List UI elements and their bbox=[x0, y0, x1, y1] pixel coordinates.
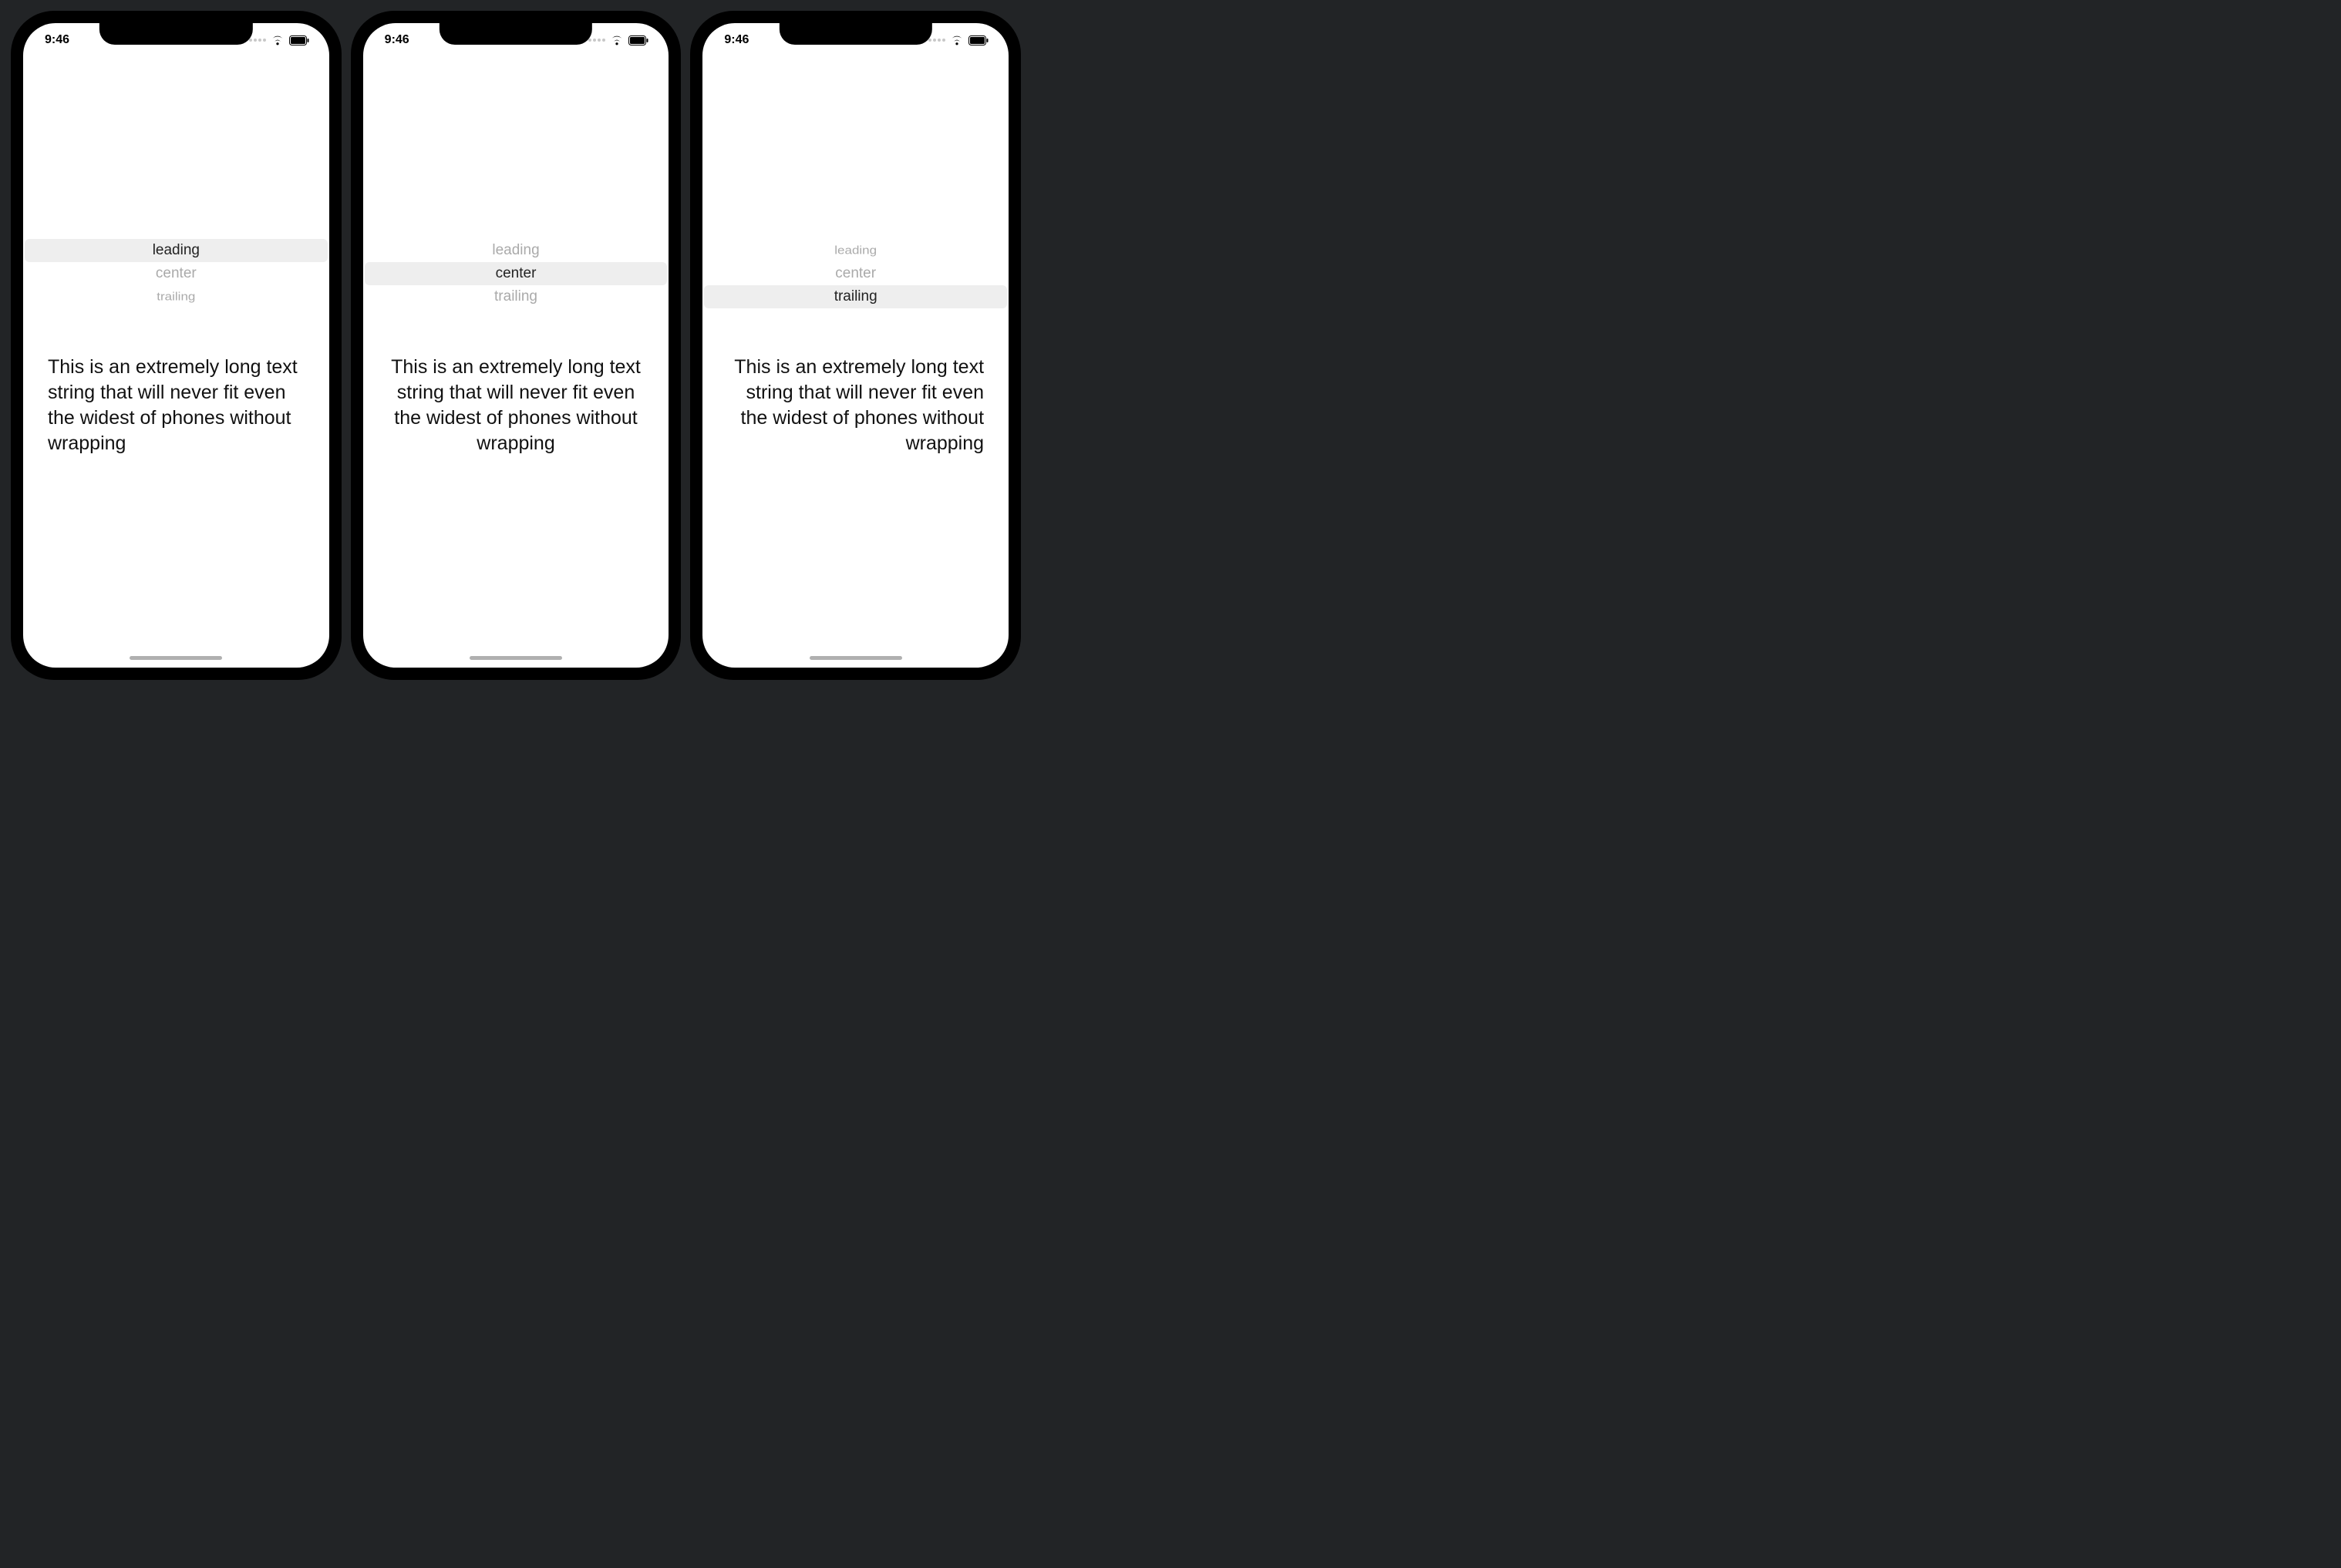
sample-text: This is an extremely long text string th… bbox=[25, 355, 328, 456]
iphone-mock-trailing: 9:46 leading center tra bbox=[690, 11, 1021, 680]
picker-option-leading[interactable]: leading bbox=[365, 239, 668, 262]
picker-option-center[interactable]: center bbox=[704, 262, 1007, 285]
notch bbox=[440, 23, 592, 45]
battery-icon bbox=[628, 35, 648, 45]
status-right bbox=[928, 35, 990, 45]
alignment-picker[interactable]: leading center trailing bbox=[365, 239, 668, 308]
alignment-picker[interactable]: leading center trailing bbox=[25, 239, 328, 308]
picker-option-leading[interactable]: leading bbox=[25, 239, 328, 262]
picker-option-trailing[interactable]: trailing bbox=[704, 285, 1007, 308]
screen: 9:46 leading center tra bbox=[702, 23, 1009, 668]
notch bbox=[780, 23, 932, 45]
cellular-dots-icon bbox=[588, 39, 605, 42]
picker-option-center[interactable]: center bbox=[25, 262, 328, 285]
alignment-picker[interactable]: leading center trailing bbox=[704, 239, 1007, 308]
iphone-mock-center: 9:46 leading center tra bbox=[351, 11, 682, 680]
iphone-mock-leading: 9:46 leading center tra bbox=[11, 11, 342, 680]
sample-text: This is an extremely long text string th… bbox=[365, 355, 668, 456]
status-time: 9:46 bbox=[382, 33, 409, 47]
screen: 9:46 leading center tra bbox=[23, 23, 329, 668]
content: leading center trailing This is an extre… bbox=[363, 57, 669, 668]
content: leading center trailing This is an extre… bbox=[702, 57, 1009, 668]
home-indicator[interactable] bbox=[130, 656, 222, 660]
status-right bbox=[249, 35, 311, 45]
picker-option-trailing[interactable]: trailing bbox=[365, 285, 668, 308]
content: leading center trailing This is an extre… bbox=[23, 57, 329, 668]
status-time: 9:46 bbox=[721, 33, 749, 47]
wifi-icon bbox=[610, 35, 624, 45]
picker-option-leading[interactable]: leading bbox=[704, 241, 1007, 261]
picker-option-center[interactable]: center bbox=[365, 262, 668, 285]
notch bbox=[99, 23, 252, 45]
status-time: 9:46 bbox=[42, 33, 69, 47]
home-indicator[interactable] bbox=[470, 656, 562, 660]
wifi-icon bbox=[950, 35, 964, 45]
wifi-icon bbox=[271, 35, 285, 45]
screenshot-row: 9:46 leading center tra bbox=[0, 0, 1032, 691]
battery-icon bbox=[968, 35, 989, 45]
cellular-dots-icon bbox=[928, 39, 945, 42]
sample-text: This is an extremely long text string th… bbox=[704, 355, 1007, 456]
screen: 9:46 leading center tra bbox=[363, 23, 669, 668]
home-indicator[interactable] bbox=[810, 656, 902, 660]
status-right bbox=[588, 35, 650, 45]
battery-icon bbox=[289, 35, 309, 45]
picker-option-trailing[interactable]: trailing bbox=[25, 287, 328, 307]
cellular-dots-icon bbox=[249, 39, 266, 42]
